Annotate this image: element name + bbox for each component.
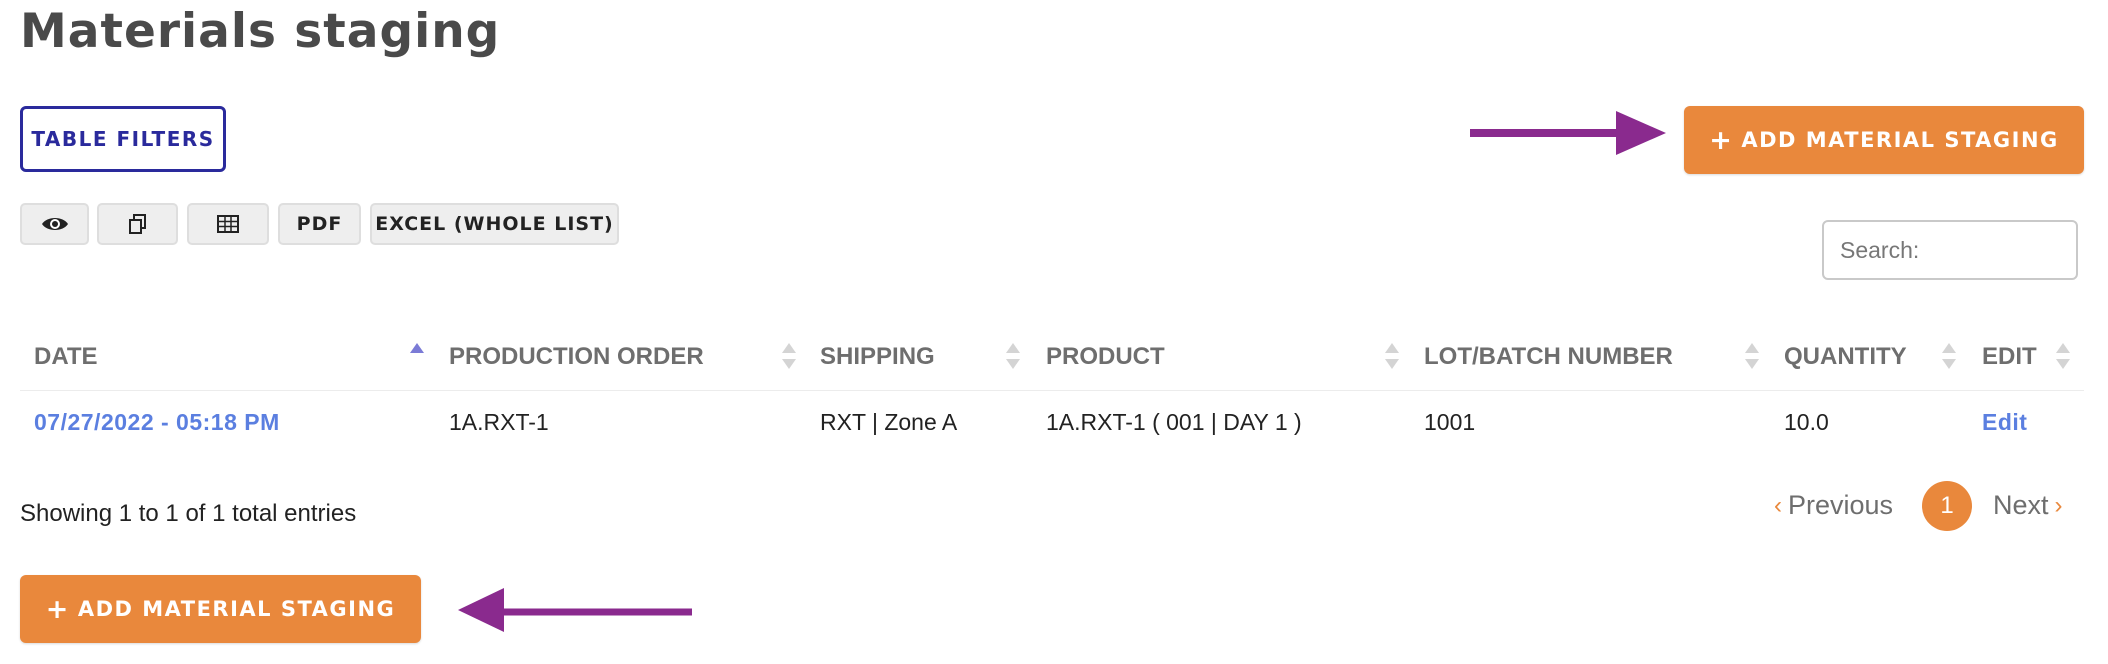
- pagination-next-label: Next: [1993, 490, 2049, 520]
- sort-icon[interactable]: [1745, 343, 1759, 373]
- pagination-previous[interactable]: ‹ Previous: [1774, 490, 1893, 521]
- pagination-current-page[interactable]: 1: [1922, 481, 1972, 531]
- copy-button[interactable]: [97, 203, 178, 245]
- add-material-staging-button-bottom[interactable]: + ADD MATERIAL STAGING: [20, 575, 421, 643]
- copy-icon: [128, 214, 146, 234]
- sort-icon[interactable]: [1385, 343, 1399, 373]
- column-header-quantity[interactable]: QUANTITY: [1784, 343, 1907, 371]
- column-header-lot-batch-number[interactable]: LOT/BATCH NUMBER: [1424, 343, 1673, 371]
- page-title: Materials staging: [20, 4, 501, 59]
- annotation-arrow-right: [1470, 111, 1666, 155]
- arrow-head: [1616, 111, 1666, 155]
- add-material-staging-label: ADD MATERIAL STAGING: [1741, 128, 2059, 152]
- column-header-shipping[interactable]: SHIPPING: [820, 343, 935, 371]
- sort-ascending-icon[interactable]: [410, 343, 424, 373]
- chevron-left-icon: ‹: [1774, 491, 1782, 519]
- pagination-next[interactable]: Next ›: [1993, 490, 2063, 521]
- search-input[interactable]: [1822, 220, 2078, 280]
- quantity-cell: 10.0: [1784, 409, 1829, 435]
- table-filters-button[interactable]: TABLE FILTERS: [20, 106, 226, 172]
- excel-button[interactable]: EXCEL (WHOLE LIST): [370, 203, 619, 245]
- table-header-divider: [20, 390, 2084, 391]
- csv-button[interactable]: [187, 203, 269, 245]
- production-order-cell: 1A.RXT-1: [449, 409, 549, 435]
- date-link[interactable]: 07/27/2022 - 05:18 PM: [34, 409, 280, 436]
- column-header-edit[interactable]: EDIT: [1982, 343, 2037, 371]
- table-icon: [217, 215, 239, 233]
- column-visibility-button[interactable]: [20, 203, 89, 245]
- sort-icon[interactable]: [1006, 343, 1020, 373]
- add-material-staging-button-top[interactable]: + ADD MATERIAL STAGING: [1684, 106, 2084, 174]
- pdf-button[interactable]: PDF: [278, 203, 361, 245]
- add-material-staging-label: ADD MATERIAL STAGING: [77, 597, 396, 621]
- eye-icon: [41, 218, 68, 230]
- edit-link[interactable]: Edit: [1982, 409, 2027, 436]
- column-header-production-order[interactable]: PRODUCTION ORDER: [449, 343, 704, 371]
- chevron-right-icon: ›: [2054, 491, 2063, 519]
- annotation-arrow-left: [458, 588, 692, 632]
- product-cell: 1A.RXT-1 ( 001 | DAY 1 ): [1046, 409, 1302, 435]
- column-header-date[interactable]: DATE: [34, 343, 98, 371]
- table-info: Showing 1 to 1 of 1 total entries: [20, 500, 357, 527]
- sort-icon[interactable]: [782, 343, 796, 373]
- arrow-head: [458, 588, 504, 632]
- sort-icon[interactable]: [1942, 343, 1956, 373]
- plus-icon: +: [45, 593, 70, 625]
- lot-batch-number-cell: 1001: [1424, 409, 1476, 435]
- column-header-product[interactable]: PRODUCT: [1046, 343, 1165, 371]
- sort-icon[interactable]: [2056, 343, 2070, 373]
- plus-icon: +: [1709, 124, 1734, 156]
- pagination-previous-label: Previous: [1788, 490, 1894, 520]
- shipping-cell: RXT | Zone A: [820, 409, 958, 435]
